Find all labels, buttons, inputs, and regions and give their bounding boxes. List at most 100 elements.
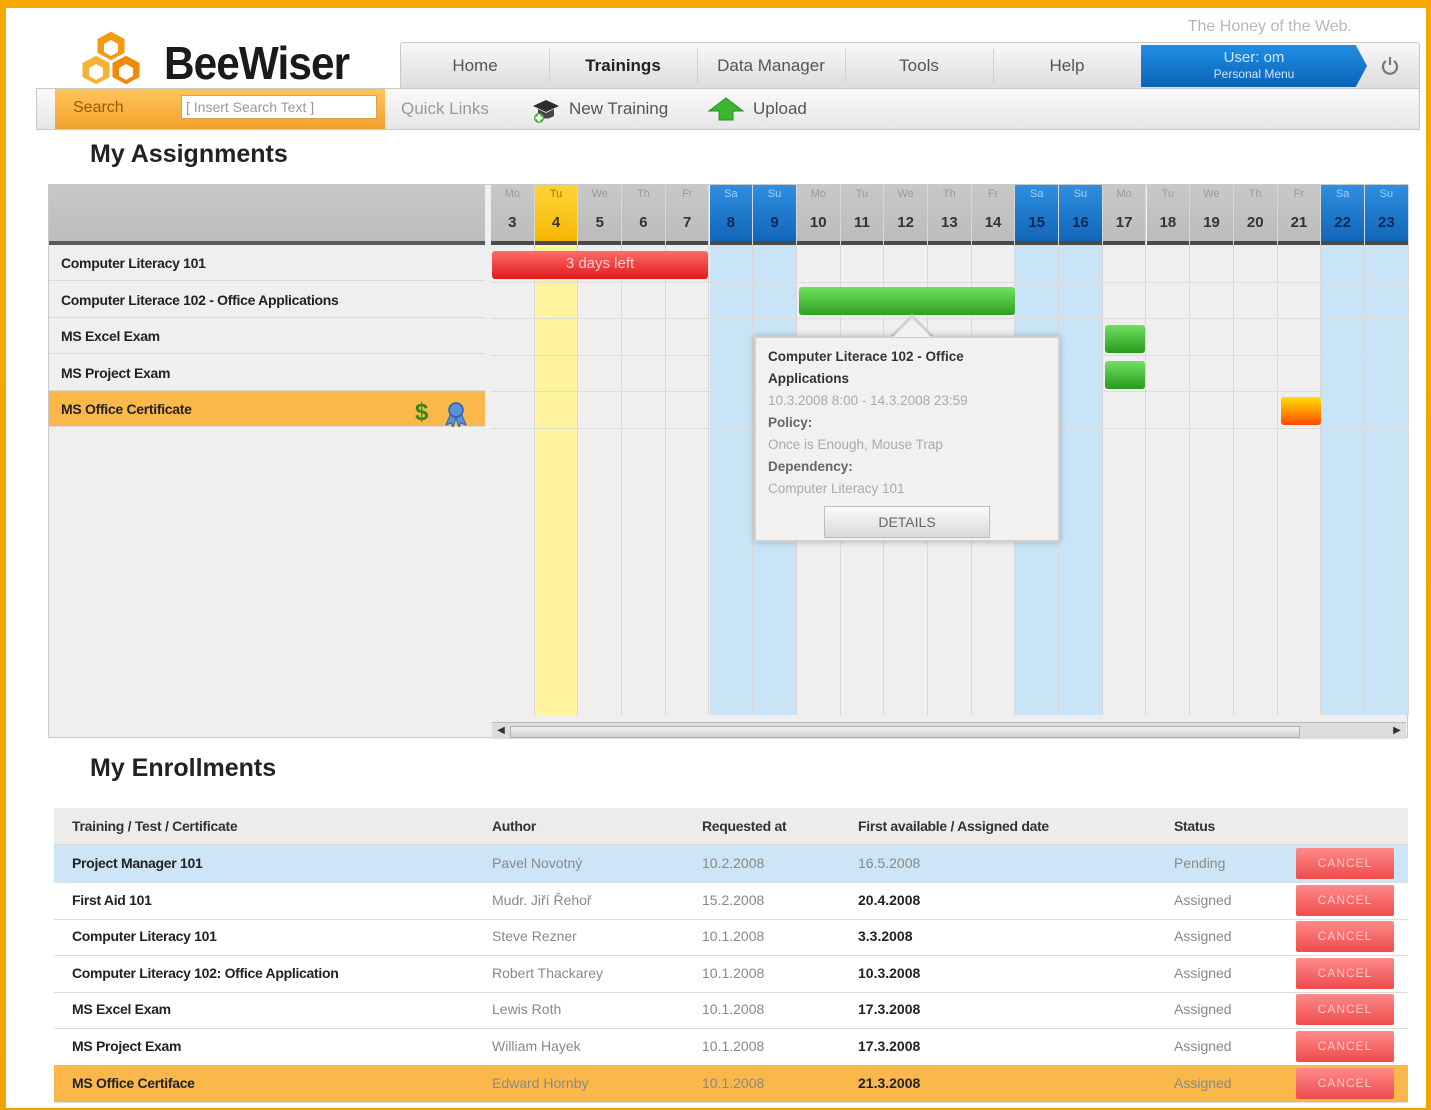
cancel-button[interactable]: CANCEL [1296, 921, 1394, 953]
enrollments-heading: My Enrollments [90, 754, 277, 782]
day-number: 21 [1290, 214, 1308, 231]
user-personal-menu[interactable]: User: om Personal Menu [1141, 45, 1367, 87]
day-number: 16 [1072, 214, 1089, 231]
assigned-date: 10.3.2008 [858, 964, 921, 981]
day-name: We [591, 188, 608, 200]
status-text: Assigned [1174, 1001, 1232, 1018]
dollar-icon[interactable]: $ [415, 399, 428, 427]
day-number: 19 [1203, 214, 1220, 231]
requested-date: 15.2.2008 [702, 891, 765, 908]
day-number: 18 [1159, 214, 1177, 231]
details-button[interactable]: DETAILS [824, 506, 990, 538]
requested-date: 10.1.2008 [702, 928, 765, 945]
day-number: 4 [551, 214, 561, 231]
day-column: Su 16 [1059, 185, 1103, 715]
requested-date: 10.2.2008 [702, 855, 765, 871]
day-number: 20 [1246, 214, 1264, 231]
day-number: 5 [595, 214, 604, 231]
assigned-date: 17.3.2008 [858, 1001, 921, 1018]
gantt-row-label[interactable]: Computer Literace 102 - Office Applicati… [49, 282, 485, 318]
table-row[interactable]: MS Project Exam William Hayek 10.1.2008 17.… [54, 1028, 1408, 1066]
assignment-bar-computer-literacy-101[interactable]: 3 days left [492, 251, 708, 279]
nav-tools[interactable]: Tools [845, 43, 993, 89]
power-icon[interactable] [1379, 55, 1401, 77]
assigned-date: 3.3.2008 [858, 928, 913, 945]
scroll-right-icon[interactable]: ▶ [1390, 724, 1404, 738]
table-row[interactable]: MS Office Certiface Edward Hornby 10.1.200… [54, 1064, 1408, 1103]
table-row[interactable]: Computer Literacy 101 Steve Rezner 10.1.20… [54, 918, 1408, 957]
tooltip-dependency-value: Computer Literacy 101 [768, 481, 905, 496]
column-header-author[interactable]: Author [492, 808, 536, 844]
requested-date: 10.1.2008 [702, 964, 765, 981]
author-name: Pavel Novotný [492, 855, 583, 871]
day-number: 7 [682, 214, 692, 231]
author-name: Mudr. Jiří Řehoř [492, 891, 592, 908]
gantt-row-label[interactable]: MS Excel Exam [49, 318, 485, 355]
day-number: 22 [1334, 214, 1351, 231]
new-training-label: New Training [569, 99, 669, 118]
cancel-button[interactable]: CANCEL [1296, 1031, 1394, 1062]
status-text: Assigned [1174, 964, 1232, 981]
assignment-bar-computer-literace-102[interactable] [799, 287, 1015, 315]
cancel-button[interactable]: CANCEL [1296, 957, 1394, 989]
table-row[interactable]: Computer Literacy 102: Office Applicatio… [54, 955, 1408, 993]
scroll-thumb[interactable] [510, 726, 1300, 738]
honeycomb-logo-icon [79, 28, 143, 88]
quick-links-label: Quick Links [401, 99, 489, 118]
column-header-training[interactable]: Training / Test / Certificate [72, 808, 238, 844]
day-name: Th [637, 188, 650, 200]
table-row[interactable]: MS Excel Exam Lewis Roth 10.1.2008 17.3.200… [54, 991, 1408, 1030]
gantt-horizontal-scrollbar[interactable]: ◀ ▶ [492, 722, 1406, 739]
new-training-button[interactable]: New Training [529, 93, 668, 125]
app-frame: BeeWiser The Honey of the Web. Home Trai… [6, 8, 1426, 1108]
assignment-bar-ms-project-exam[interactable] [1105, 361, 1145, 389]
day-name: Tu [549, 188, 563, 200]
certificate-ribbon-icon[interactable] [443, 401, 469, 427]
column-header-status[interactable]: Status [1174, 808, 1215, 844]
column-header-date[interactable]: First available / Assigned date [858, 808, 1049, 844]
scroll-left-icon[interactable]: ◀ [494, 724, 508, 738]
assignment-bar-ms-office-certificate[interactable] [1281, 397, 1321, 425]
day-name: Mo [1116, 188, 1132, 200]
day-name: Sa [1335, 188, 1350, 200]
gantt-row-label[interactable]: MS Project Exam [49, 355, 485, 391]
cancel-button[interactable]: CANCEL [1296, 848, 1394, 879]
nav-home[interactable]: Home [401, 43, 549, 89]
author-name: Edward Hornby [492, 1074, 589, 1091]
column-header-requested[interactable]: Requested at [702, 808, 787, 844]
day-name: We [897, 188, 914, 200]
table-row[interactable]: First Aid 101 Mudr. Jiří Řehoř 15.2.2008 20… [54, 882, 1408, 920]
nav-data-manager[interactable]: Data Manager [697, 43, 845, 89]
assigned-date: 16.5.2008 [858, 855, 921, 871]
day-column: Fr 21 [1277, 185, 1322, 715]
assignments-gantt: Computer Literacy 101 Computer Literace 1… [48, 184, 1409, 738]
table-row[interactable]: Project Manager 101 Pavel Novotný 10.2.200… [54, 845, 1408, 883]
status-text: Pending [1174, 855, 1226, 871]
day-name: Su [767, 188, 782, 200]
assignment-bar-ms-excel-exam[interactable] [1105, 325, 1145, 353]
status-text: Assigned [1174, 1074, 1232, 1091]
personal-menu-label: Personal Menu [1213, 67, 1295, 81]
day-number: 14 [984, 214, 1002, 231]
gantt-row-line [491, 281, 1409, 283]
assignments-heading: My Assignments [90, 140, 288, 168]
cancel-button[interactable]: CANCEL [1296, 884, 1394, 916]
cancel-button[interactable]: CANCEL [1296, 1067, 1394, 1099]
nav-help[interactable]: Help [993, 43, 1141, 89]
nav-trainings[interactable]: Trainings [549, 43, 697, 89]
search-input[interactable] [181, 95, 377, 119]
day-name: Sa [724, 188, 738, 200]
cancel-button[interactable]: CANCEL [1296, 994, 1394, 1026]
tooltip-dates: 10.3.2008 8:00 - 14.3.2008 23:59 [768, 393, 968, 408]
author-name: Lewis Roth [492, 1001, 562, 1018]
tooltip-dependency-label: Dependency: [768, 459, 853, 474]
logo[interactable]: BeeWiser [76, 26, 396, 96]
gantt-row-label[interactable]: Computer Literacy 101 [49, 245, 485, 281]
day-number: 10 [809, 214, 827, 231]
day-name: We [1203, 188, 1220, 200]
tagline: The Honey of the Web. [1187, 18, 1352, 35]
upload-button[interactable]: Upload [705, 93, 807, 125]
gantt-row-line [491, 318, 1409, 320]
day-name: Th [1248, 188, 1262, 200]
day-column: Th 20 [1233, 185, 1278, 715]
